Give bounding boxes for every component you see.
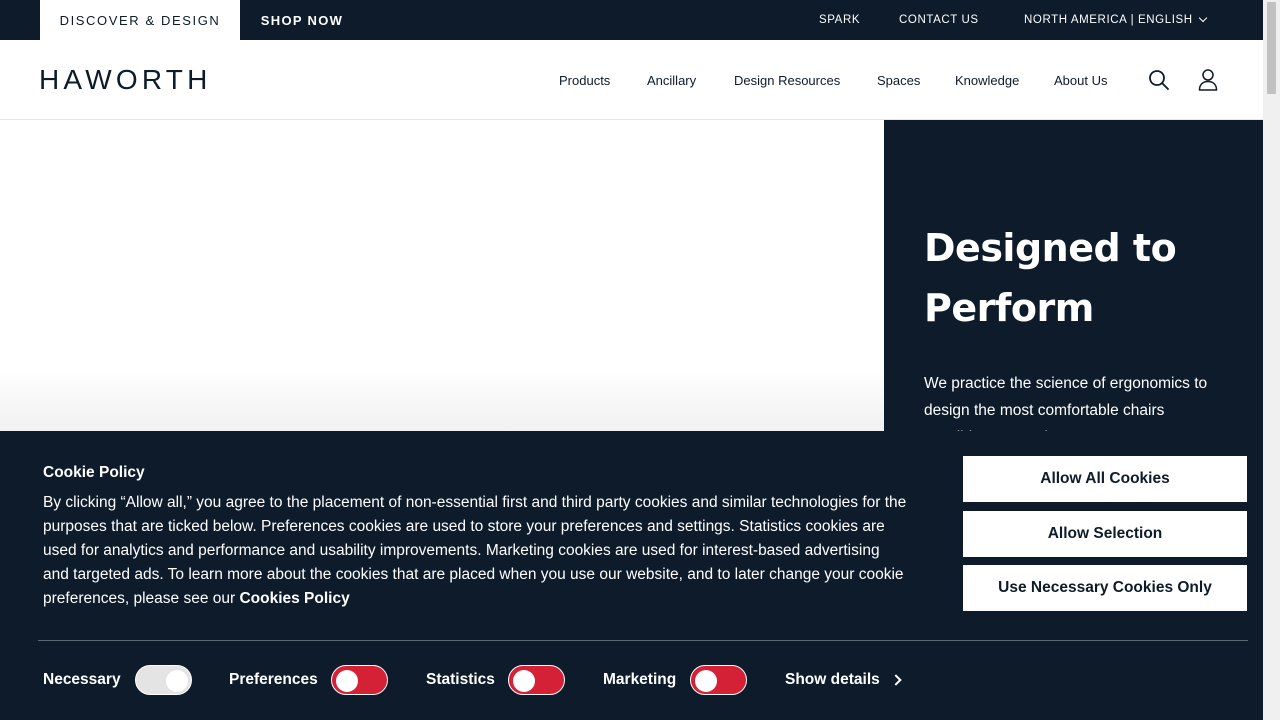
cookie-title: Cookie Policy [43,464,145,481]
preferences-toggle[interactable] [331,665,388,695]
toggle-knob [166,670,188,692]
hero-text-panel: Designed to Perform We practice the scie… [884,120,1263,431]
show-details-link[interactable]: Show details [785,671,902,689]
cookies-policy-link[interactable]: Cookies Policy [239,590,349,607]
utility-bar: DISCOVER & DESIGN SHOP NOW SPARK CONTACT… [0,0,1263,40]
hero-title: Designed to Perform [924,218,1244,338]
main-header: HAWORTH Products Ancillary Design Resour… [0,40,1263,120]
scrollbar-thumb[interactable] [1267,2,1276,94]
nav-spaces[interactable]: Spaces [877,40,920,120]
cookie-banner: Cookie Policy By clicking “Allow all,” y… [0,431,1263,720]
tab-discover-design[interactable]: DISCOVER & DESIGN [40,0,240,40]
chevron-right-icon [890,674,902,686]
statistics-label: Statistics [426,671,495,688]
preferences-label: Preferences [229,671,318,688]
haworth-logo[interactable]: HAWORTH [39,64,212,96]
necessary-label: Necessary [43,671,121,688]
allow-selection-button[interactable]: Allow Selection [963,511,1247,557]
hero-image-area [0,121,884,431]
allow-all-cookies-button[interactable]: Allow All Cookies [963,456,1247,502]
nav-products[interactable]: Products [559,40,610,120]
marketing-label: Marketing [603,671,677,688]
user-icon[interactable] [1196,67,1220,93]
nav-ancillary[interactable]: Ancillary [647,40,696,120]
hero-description: We practice the science of ergonomics to… [924,375,1208,431]
cookie-description: By clicking “Allow all,” you agree to th… [43,491,909,611]
page-scrollbar[interactable] [1263,0,1280,720]
chevron-down-icon [1198,13,1207,23]
nav-design-resources[interactable]: Design Resources [734,40,840,120]
necessary-cookies-only-button[interactable]: Use Necessary Cookies Only [963,565,1247,611]
hero-title-line: Perform [924,286,1094,330]
necessary-toggle[interactable] [135,665,192,695]
toggle-knob [336,670,358,692]
cookie-description-text: By clicking “Allow all,” you agree to th… [43,494,907,607]
toggle-knob [695,670,717,692]
contact-us-link[interactable]: CONTACT US [899,0,979,40]
toggle-knob [513,670,535,692]
region-selector[interactable]: NORTH AMERICA | ENGLISH [1024,0,1207,40]
marketing-toggle[interactable] [690,665,747,695]
spark-link[interactable]: SPARK [819,0,860,40]
statistics-toggle[interactable] [508,665,565,695]
region-label: NORTH AMERICA | ENGLISH [1024,14,1193,26]
show-details-label: Show details [785,671,880,688]
tab-shop-now[interactable]: SHOP NOW [240,0,364,40]
nav-about-us[interactable]: About Us [1054,40,1107,120]
cookie-divider [38,640,1248,641]
hero-title-line: Designed to [924,226,1177,270]
search-icon[interactable] [1147,67,1171,93]
nav-knowledge[interactable]: Knowledge [955,40,1019,120]
